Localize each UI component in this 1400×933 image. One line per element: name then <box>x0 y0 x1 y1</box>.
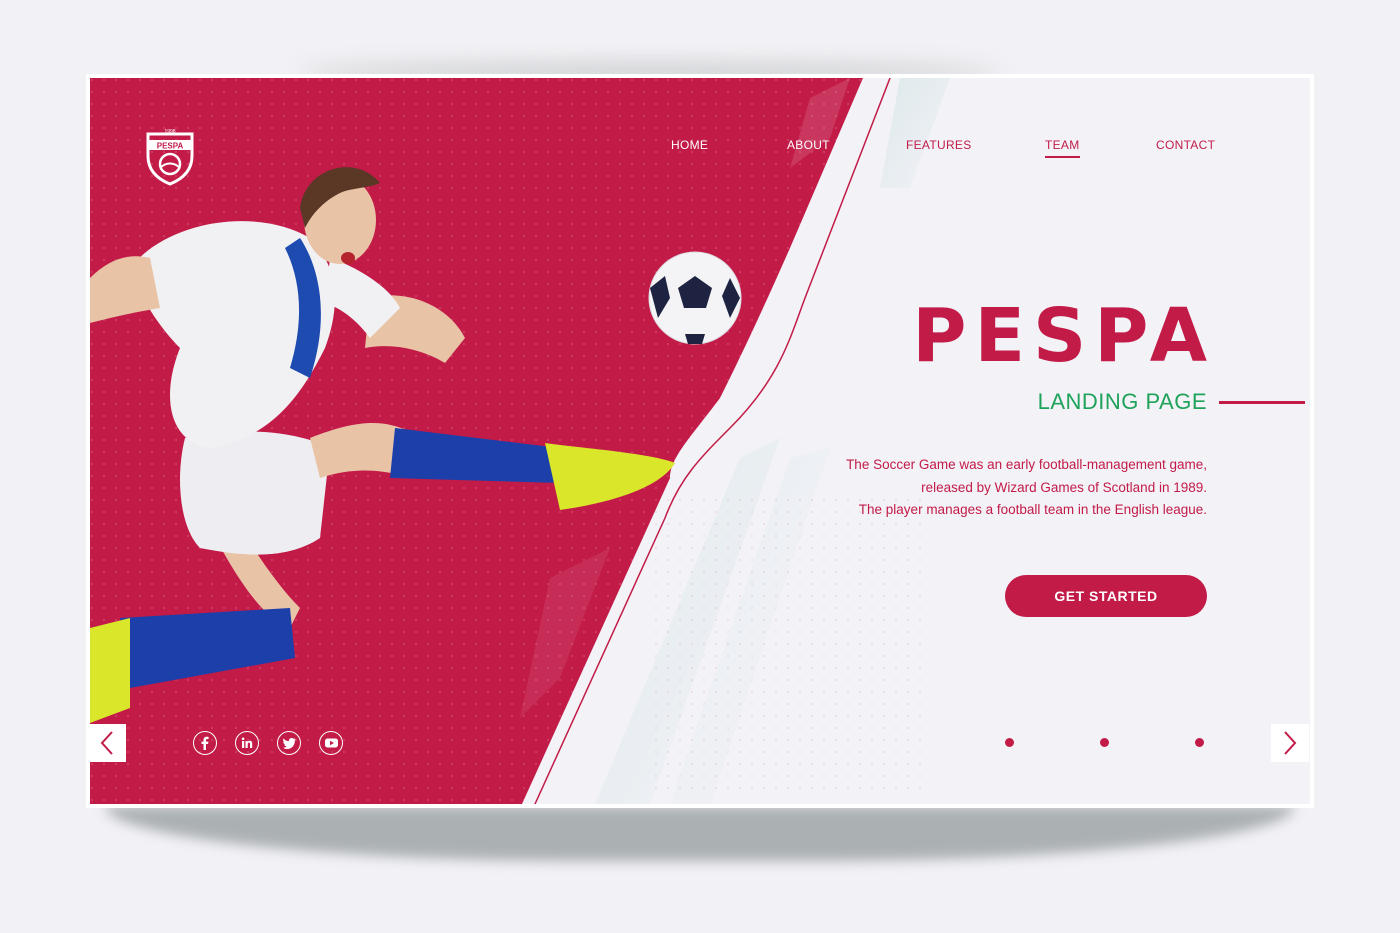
youtube-icon[interactable] <box>319 731 343 755</box>
next-slide-button[interactable] <box>1271 724 1309 762</box>
hero-subtitle: LANDING PAGE <box>1037 389 1207 414</box>
subtitle-underline <box>1219 401 1305 404</box>
chevron-left-icon <box>100 731 113 755</box>
hero-title: PESPA <box>912 293 1215 379</box>
logo-year: 1998 <box>164 129 175 135</box>
hero-description: The Soccer Game was an early football-ma… <box>747 454 1207 522</box>
slider-dot-1[interactable] <box>1005 738 1014 747</box>
description-line: released by Wizard Games of Scotland in … <box>921 479 1207 495</box>
description-line: The player manages a football team in th… <box>858 502 1207 517</box>
nav-contact[interactable]: CONTACT <box>1156 138 1215 152</box>
nav-team[interactable]: TEAM <box>1045 138 1080 158</box>
landing-canvas: 1998 PESPA HOME ABOUT FEATURES TEAM CONT… <box>90 78 1310 804</box>
slider-dot-3[interactable] <box>1195 738 1204 747</box>
linkedin-icon[interactable] <box>235 731 259 755</box>
slider-dot-2[interactable] <box>1100 738 1109 747</box>
facebook-icon[interactable] <box>193 731 217 755</box>
main-nav: HOME ABOUT FEATURES TEAM CONTACT <box>90 138 1310 158</box>
twitter-icon[interactable] <box>277 731 301 755</box>
social-links <box>193 731 343 755</box>
nav-home[interactable]: HOME <box>671 138 708 152</box>
nav-about[interactable]: ABOUT <box>787 138 830 152</box>
prev-slide-button[interactable] <box>90 724 126 762</box>
soccer-player-image <box>90 167 742 723</box>
get-started-button[interactable]: GET STARTED <box>1005 575 1207 617</box>
nav-features[interactable]: FEATURES <box>906 138 972 152</box>
description-line: The Soccer Game was an early football-ma… <box>846 457 1207 472</box>
frame-shadow-bottom <box>105 806 1295 861</box>
chevron-right-icon <box>1284 731 1297 755</box>
